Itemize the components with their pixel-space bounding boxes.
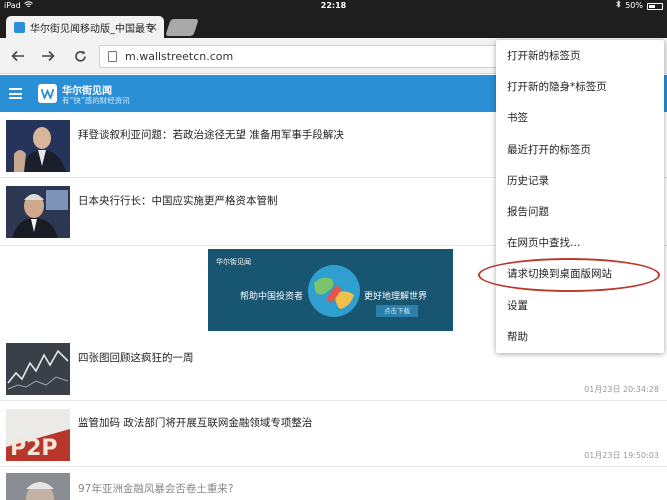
tab-title: 华尔街见闻移动版_中国最专 (30, 23, 155, 35)
new-tab-button[interactable] (165, 19, 199, 36)
news-item[interactable]: 97年亚洲金融风暴会否卷土重来? (0, 467, 667, 500)
menu-item-report-issue[interactable]: 报告问题 (496, 197, 664, 228)
news-title: 拜登谈叙利亚问题：若政治途径无望 准备用军事手段解决 (78, 129, 344, 141)
reload-button[interactable] (70, 46, 90, 66)
news-title: 四张图回顾这疯狂的一周 (78, 352, 194, 364)
svg-text:P2P: P2P (10, 436, 58, 461)
battery-percent: 50% (625, 1, 643, 10)
news-thumbnail (6, 343, 70, 395)
menu-item-find-in-page[interactable]: 在网页中查找… (496, 228, 664, 259)
page-icon (108, 51, 117, 62)
bluetooth-icon (616, 0, 621, 12)
browser-overflow-menu: 打开新的标签页 打开新的隐身*标签页 书签 最近打开的标签页 历史记录 报告问题… (496, 40, 664, 353)
news-time: 01月23日 20:34:28 (584, 385, 659, 394)
logo-w-icon (41, 88, 54, 99)
site-logo[interactable] (38, 84, 57, 103)
news-title: 97年亚洲金融风暴会否卷土重来? (78, 483, 234, 495)
site-slogan: 有“快”感的财经资讯 (62, 96, 130, 105)
menu-item-new-tab[interactable]: 打开新的标签页 (496, 41, 664, 72)
reload-icon (74, 50, 86, 62)
menu-item-bookmarks[interactable]: 书签 (496, 103, 664, 134)
url-text: m.wallstreetcn.com (125, 50, 234, 63)
menu-item-request-desktop-site[interactable]: 请求切换到桌面版网站 (496, 259, 664, 290)
tab-strip: 华尔街见闻移动版_中国最专 × (0, 12, 667, 38)
menu-item-recent-tabs[interactable]: 最近打开的标签页 (496, 135, 664, 166)
close-tab-icon[interactable]: × (148, 20, 158, 34)
news-item[interactable]: P2P 监管加码 政法部门将开展互联网金融领域专项整治 01月23日 19:50… (0, 401, 667, 467)
menu-item-history[interactable]: 历史记录 (496, 166, 664, 197)
address-bar[interactable]: m.wallstreetcn.com (99, 45, 509, 68)
banner-right-text: 更好地理解世界 (364, 292, 428, 302)
forward-button[interactable] (38, 46, 58, 66)
menu-item-settings[interactable]: 设置 (496, 291, 664, 322)
globe-icon (308, 265, 360, 317)
news-thumbnail (6, 473, 70, 500)
menu-item-help[interactable]: 帮助 (496, 322, 664, 353)
hamburger-menu-icon[interactable] (9, 88, 22, 99)
site-favicon-icon (14, 21, 25, 33)
news-title: 日本央行行长：中国应实施更严格资本管制 (78, 195, 278, 207)
menu-item-new-incognito-tab[interactable]: 打开新的隐身*标签页 (496, 72, 664, 103)
back-button[interactable] (8, 46, 28, 66)
news-thumbnail (6, 186, 70, 238)
status-bar: iPad 22:18 50% (0, 0, 667, 12)
clock: 22:18 (320, 1, 347, 10)
news-thumbnail (6, 120, 70, 172)
banner-left-text: 帮助中国投资者 (240, 292, 304, 302)
battery-icon (647, 2, 663, 10)
forward-arrow-icon (42, 50, 55, 62)
banner-download-button[interactable]: 点击下载 (376, 305, 418, 317)
news-thumbnail: P2P (6, 409, 70, 461)
battery-fill (649, 4, 655, 8)
news-time: 01月23日 19:50:03 (584, 451, 659, 460)
browser-tab[interactable]: 华尔街见闻移动版_中国最专 × (6, 16, 164, 38)
news-title: 监管加码 政法部门将开展互联网金融领域专项整治 (78, 417, 313, 429)
banner-brand: 华尔街见闻 (216, 258, 251, 266)
ad-banner[interactable]: 华尔街见闻 帮助中国投资者 更好地理解世界 点击下载 (208, 249, 453, 331)
back-arrow-icon (11, 50, 24, 62)
